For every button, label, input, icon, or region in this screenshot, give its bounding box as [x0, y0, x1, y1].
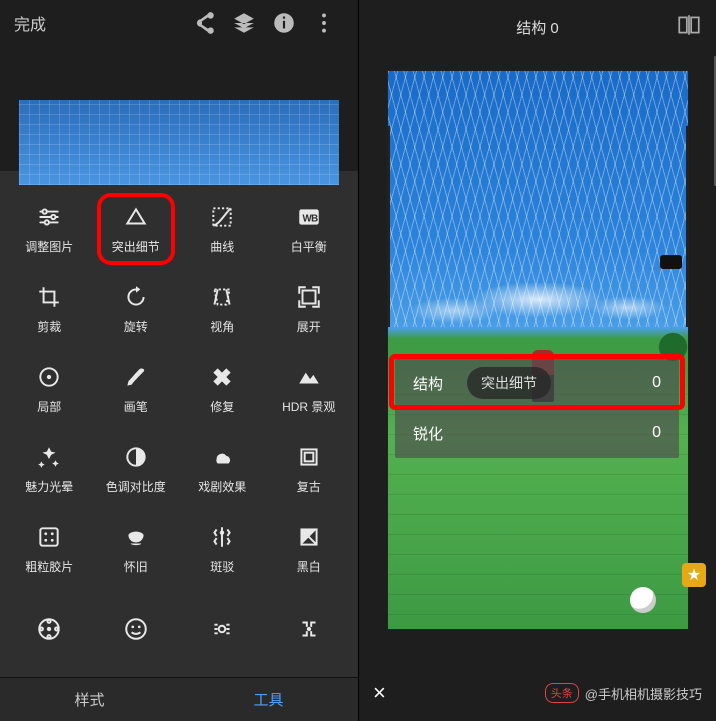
tool-rotate[interactable]: 旋转 — [93, 269, 180, 349]
photo — [387, 70, 689, 630]
overlay-label: 结构 — [413, 373, 467, 394]
tool-label: 旋转 — [124, 318, 148, 335]
tab-styles[interactable]: 样式 — [0, 678, 179, 721]
left-topbar: 完成 — [0, 0, 358, 45]
tool-label: 曲线 — [210, 238, 234, 255]
param-overlay[interactable]: 结构 突出细节 0 锐化 0 — [395, 358, 679, 458]
tool-label: 修复 — [210, 398, 234, 415]
tool-label: HDR 景观 — [282, 398, 335, 415]
tool-vintage[interactable]: 复古 — [266, 429, 353, 509]
tool-label: 画笔 — [124, 398, 148, 415]
tool-label: 魅力光晕 — [25, 478, 73, 495]
tool-label: 怀旧 — [124, 558, 148, 575]
overlay-pill: 突出细节 — [467, 367, 551, 399]
param-title: 结构 0 — [516, 17, 559, 38]
overlay-value: 0 — [652, 374, 661, 392]
tool-details[interactable]: 突出细节 — [93, 189, 180, 269]
right-canvas[interactable]: 结构 突出细节 0 锐化 0 ★ — [359, 54, 716, 665]
tool-hdr[interactable]: HDR 景观 — [266, 349, 353, 429]
left-preview — [0, 45, 358, 171]
preview-thumb — [19, 100, 339, 185]
tool-label: 复古 — [297, 478, 321, 495]
watermark: 头条 @手机相机摄影技巧 — [545, 683, 702, 703]
tool-label: 色调对比度 — [106, 478, 166, 495]
done-button[interactable]: 完成 — [14, 11, 46, 35]
more-icon[interactable] — [304, 10, 344, 36]
tool-curves[interactable]: 曲线 — [179, 189, 266, 269]
tool-retro[interactable]: 怀旧 — [93, 509, 180, 589]
tool-heal[interactable]: 修复 — [179, 349, 266, 429]
tool-label: 黑白 — [297, 558, 321, 575]
overlay-value: 0 — [652, 424, 661, 442]
left-screenshot: 完成 调整图片 突出细节 曲线 WB 白平衡 剪裁 — [0, 0, 358, 721]
tool-extra-1[interactable] — [6, 589, 93, 669]
tab-tools[interactable]: 工具 — [179, 678, 358, 721]
right-screenshot: 结构 0 结构 突出细节 0 锐化 0 — [358, 0, 716, 721]
layers-icon[interactable] — [224, 10, 264, 36]
overlay-row-sharpen[interactable]: 锐化 0 — [395, 408, 679, 458]
tool-crop[interactable]: 剪裁 — [6, 269, 93, 349]
tool-perspective[interactable]: 视角 — [179, 269, 266, 349]
bottom-tabs: 样式 工具 — [0, 677, 358, 721]
tool-label: 白平衡 — [291, 238, 327, 255]
right-bottombar: × 头条 @手机相机摄影技巧 — [359, 665, 716, 721]
tool-label: 剪裁 — [37, 318, 61, 335]
tool-label: 粗粒胶片 — [25, 558, 73, 575]
tool-label: 突出细节 — [112, 238, 160, 255]
tool-tune[interactable]: 调整图片 — [6, 189, 93, 269]
star-badge: ★ — [682, 563, 706, 587]
info-icon[interactable] — [264, 10, 304, 36]
tool-label: 局部 — [37, 398, 61, 415]
svg-text:B: B — [311, 213, 318, 224]
tool-grainy[interactable]: 粗粒胶片 — [6, 509, 93, 589]
tool-brush[interactable]: 画笔 — [93, 349, 180, 429]
tool-selective[interactable]: 局部 — [6, 349, 93, 429]
tool-bw[interactable]: 黑白 — [266, 509, 353, 589]
tool-extra-2[interactable] — [93, 589, 180, 669]
close-button[interactable]: × — [373, 680, 409, 706]
tool-label: 调整图片 — [25, 238, 73, 255]
tool-expand[interactable]: 展开 — [266, 269, 353, 349]
compare-icon[interactable] — [676, 12, 702, 43]
tool-label: 戏剧效果 — [198, 478, 246, 495]
share-icon[interactable] — [184, 10, 224, 36]
overlay-row-structure[interactable]: 结构 突出细节 0 — [395, 358, 679, 408]
right-topbar: 结构 0 — [359, 0, 716, 54]
tool-glamour[interactable]: 魅力光晕 — [6, 429, 93, 509]
tool-tonal[interactable]: 色调对比度 — [93, 429, 180, 509]
tool-label: 斑驳 — [210, 558, 234, 575]
tool-whitebalance[interactable]: WB 白平衡 — [266, 189, 353, 269]
overlay-label: 锐化 — [413, 423, 467, 444]
tool-drama[interactable]: 戏剧效果 — [179, 429, 266, 509]
tools-grid: 调整图片 突出细节 曲线 WB 白平衡 剪裁 旋转 视角 — [0, 171, 358, 677]
tool-label: 展开 — [297, 318, 321, 335]
tool-extra-4[interactable] — [266, 589, 353, 669]
tool-extra-3[interactable] — [179, 589, 266, 669]
tool-grunge[interactable]: 斑驳 — [179, 509, 266, 589]
tool-label: 视角 — [210, 318, 234, 335]
